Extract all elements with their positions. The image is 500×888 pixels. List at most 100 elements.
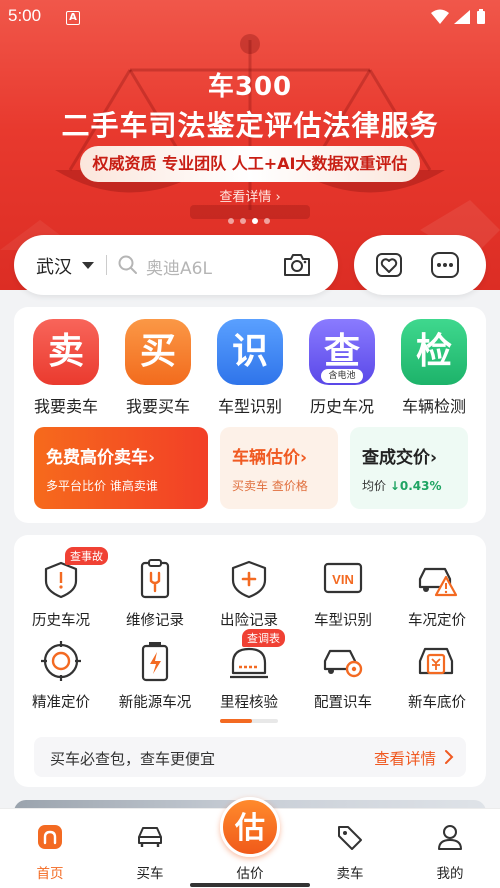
status-bar: 5:00 A <box>0 0 500 34</box>
service-label: 新车底价 <box>408 695 466 711</box>
main-services-card: 卖 我要卖车 买 我要买车 识 车型识别 查 含电池 历史车况 检 车辆检测 免… <box>14 307 486 523</box>
notice-text: 买车必查包，查车更便宜 <box>50 750 216 768</box>
main-service-inspect[interactable]: 检 车辆检测 <box>388 319 480 417</box>
service-condition-pricing[interactable]: 车况定价 <box>390 557 484 630</box>
notice-detail-link[interactable]: 查看详情 <box>374 747 436 769</box>
service-label: 车况定价 <box>408 613 466 629</box>
service-label: 精准定价 <box>32 695 90 711</box>
carousel-dot <box>240 218 246 224</box>
city-selector[interactable]: 武汉 <box>36 253 72 279</box>
favorites-heart-icon[interactable] <box>374 251 404 279</box>
gesture-bar <box>190 883 310 887</box>
service-new-car-price[interactable]: 新车底价 <box>390 639 484 712</box>
promo-sell-high[interactable]: 免费高价卖车› 多平台比价 谁高卖谁 <box>34 427 208 509</box>
carousel-dot <box>264 218 270 224</box>
search-icon <box>118 255 137 274</box>
service-label: 配置识车 <box>314 695 372 711</box>
promo-subtitle: 均价 ↓0.43% <box>362 477 442 494</box>
search-input[interactable]: 奥迪A6L <box>146 254 212 279</box>
car-icon <box>138 827 162 847</box>
main-service-identify[interactable]: 识 车型识别 <box>204 319 296 417</box>
service-precise-pricing[interactable]: 精准定价 <box>14 639 108 712</box>
service-ev-condition[interactable]: 新能源车况 <box>108 639 202 712</box>
shield-plus-icon <box>231 560 267 599</box>
battery-badge: 含电池 <box>321 369 363 383</box>
service-label: 车型识别 <box>314 613 372 629</box>
battery-icon <box>141 642 169 682</box>
price-trend: ↓0.43% <box>389 479 442 493</box>
main-service-sell[interactable]: 卖 我要卖车 <box>20 319 112 417</box>
wifi-signal-battery-icon <box>431 9 485 24</box>
avg-price-label: 均价 <box>362 479 387 493</box>
promo-subtitle: 多平台比价 谁高卖谁 <box>46 479 158 493</box>
main-service-history[interactable]: 查 含电池 历史车况 <box>296 319 388 417</box>
service-repair-records[interactable]: 维修记录 <box>108 557 202 630</box>
banner-detail-label: 查看详情 <box>219 190 272 205</box>
tab-profile[interactable]: 我的 <box>400 809 500 888</box>
car-gear-icon <box>323 649 363 678</box>
tag-icon <box>338 826 362 850</box>
promo-deal-price[interactable]: 查成交价› 均价 ↓0.43% <box>350 427 468 509</box>
tab-home[interactable]: 首页 <box>0 809 100 888</box>
promo-valuation[interactable]: 车辆估价› 买卖车 查价格 <box>220 427 338 509</box>
bottom-tab-bar: 首页 买车 估 估价 卖车 我的 <box>0 797 500 888</box>
car-price-icon <box>418 647 454 675</box>
target-icon <box>41 641 81 681</box>
service-mileage-check[interactable]: 里程核验 查调表 <box>202 629 296 712</box>
service-history-condition[interactable]: 历史车况 查事故 <box>14 547 108 630</box>
service-vin-identify[interactable]: VIN 车型识别 <box>296 557 390 630</box>
page-indicator <box>220 719 278 723</box>
banner-tagline: 权威资质 专业团队 人工+AI大数据双重评估 <box>80 146 420 182</box>
tab-buy[interactable]: 买车 <box>100 809 200 888</box>
chevron-right-icon: › <box>148 448 156 468</box>
main-service-label: 我要卖车 <box>33 397 98 416</box>
notification-icon: A <box>66 11 80 25</box>
main-service-buy[interactable]: 买 我要买车 <box>112 319 204 417</box>
promo-title-text: 车辆估价 <box>232 448 300 468</box>
service-config-identify[interactable]: 配置识车 <box>296 639 390 712</box>
wrench-clipboard-icon <box>140 559 170 599</box>
promo-title-text: 免费高价卖车 <box>46 448 148 468</box>
accident-tag: 查事故 <box>65 547 108 565</box>
chevron-right-icon: › <box>300 448 308 468</box>
main-service-label: 车辆检测 <box>401 397 466 416</box>
main-service-label: 车型识别 <box>217 397 282 416</box>
page-indicator-fill <box>220 719 252 723</box>
buy-check-notice[interactable]: 买车必查包，查车更便宜 查看详情 <box>34 737 466 777</box>
service-label: 里程核验 <box>220 695 278 711</box>
tab-label: 首页 <box>36 866 64 882</box>
header-actions <box>354 235 486 295</box>
more-menu-icon[interactable] <box>430 251 460 279</box>
inspect-icon: 检 <box>401 319 467 385</box>
banner-detail-link[interactable]: 查看详情 › <box>0 186 500 205</box>
main-service-label: 历史车况 <box>309 397 374 416</box>
sell-icon: 卖 <box>33 319 99 385</box>
tools-card: 历史车况 查事故 维修记录 出险记录 VIN 车型识别 车况定价 精准定价 新能… <box>14 535 486 787</box>
chevron-right-icon: › <box>275 190 281 205</box>
caret-down-icon[interactable] <box>82 262 94 269</box>
service-label: 历史车况 <box>32 613 90 629</box>
carousel-dot <box>228 218 234 224</box>
service-label: 新能源车况 <box>118 695 192 711</box>
camera-icon[interactable] <box>282 251 312 279</box>
tab-label: 估价 <box>236 866 264 882</box>
carousel-dot-active <box>252 218 258 224</box>
carousel-dots <box>228 218 270 224</box>
tab-sell[interactable]: 卖车 <box>300 809 400 888</box>
tab-label: 卖车 <box>336 866 364 882</box>
tab-estimate[interactable]: 估 估价 <box>200 797 300 888</box>
search-bar[interactable]: 武汉 奥迪A6L <box>14 235 338 295</box>
service-claim-records[interactable]: 出险记录 <box>202 557 296 630</box>
banner-subtitle: 二手车司法鉴定评估法律服务 <box>61 109 439 142</box>
chevron-right-icon <box>445 750 454 764</box>
main-service-label: 我要买车 <box>125 397 190 416</box>
divider <box>106 255 107 275</box>
odometer-tamper-tag: 查调表 <box>242 629 285 647</box>
banner-title: 车300 <box>207 72 293 102</box>
promo-title: 车辆估价› <box>232 443 307 468</box>
promo-title-text: 查成交价 <box>362 448 430 468</box>
chevron-right-icon: › <box>430 448 438 468</box>
identify-icon: 识 <box>217 319 283 385</box>
status-time: 5:00 <box>8 6 42 25</box>
buy-icon: 买 <box>125 319 191 385</box>
